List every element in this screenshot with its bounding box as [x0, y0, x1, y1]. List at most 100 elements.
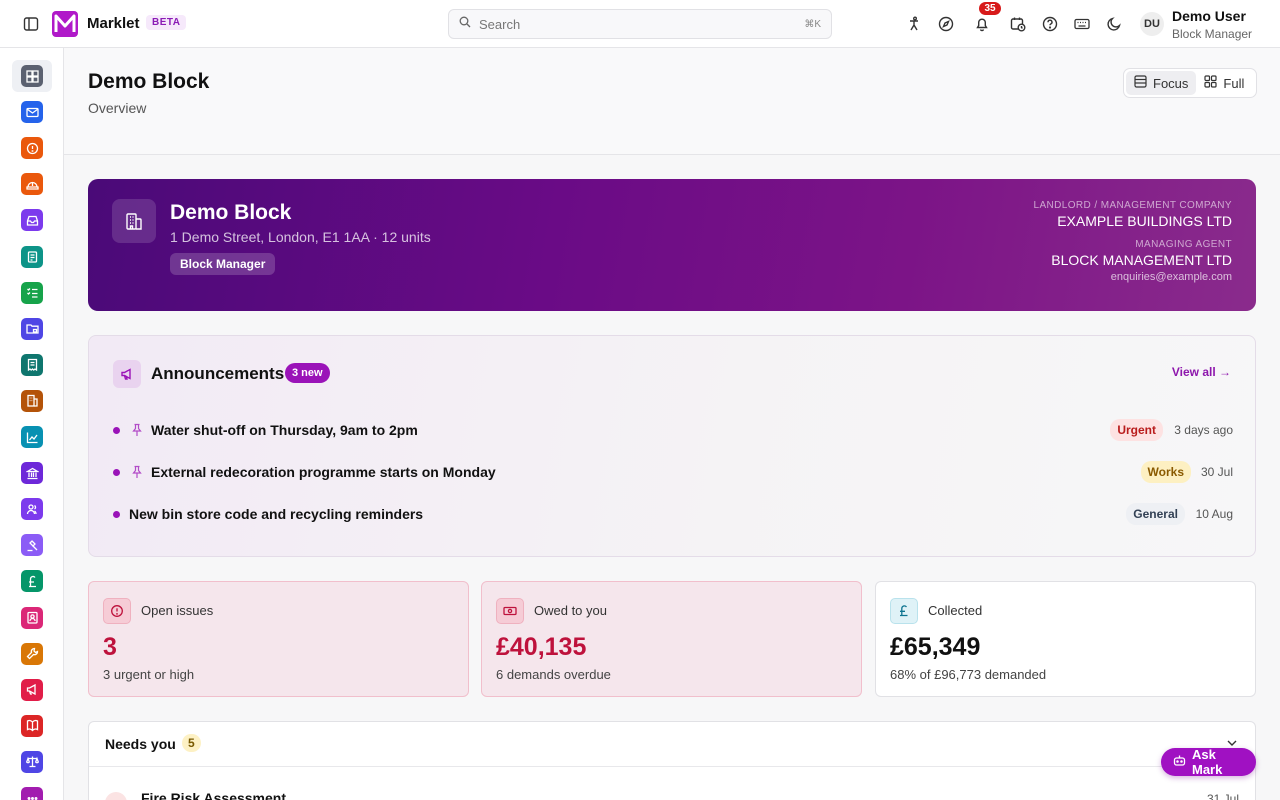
wrench-icon — [26, 647, 38, 660]
compass-icon[interactable] — [936, 14, 956, 34]
stat-value: £65,349 — [890, 633, 981, 661]
needs-you-title: Needs you — [105, 736, 176, 752]
stat-subtext: 68% of £96,773 demanded — [890, 667, 1047, 682]
accessibility-icon[interactable] — [904, 14, 924, 34]
receipt-icon — [27, 359, 37, 372]
pin-icon — [131, 423, 143, 442]
announcement-tag: Works — [1140, 461, 1191, 483]
dashboard-icon — [25, 69, 39, 83]
grid-icon — [1204, 75, 1218, 91]
page-header: Demo Block Overview Focus Full — [64, 48, 1280, 155]
announcement-title[interactable]: New bin store code and recycling reminde… — [129, 506, 423, 522]
search-input[interactable] — [479, 16, 805, 32]
stat-subtext: 3 urgent or high — [103, 667, 195, 682]
sidebar-item-receipt[interactable] — [21, 353, 43, 376]
announcement-date: 10 Aug — [1195, 507, 1233, 521]
avatar[interactable]: DU — [1140, 12, 1164, 36]
app-name[interactable]: Marklet — [87, 15, 140, 32]
user-role: Block Manager — [1172, 27, 1253, 41]
sidebar-item-bank[interactable] — [21, 462, 43, 485]
sidebar — [0, 48, 64, 800]
sidebar-item-gavel[interactable] — [21, 534, 43, 557]
users-icon — [26, 504, 37, 514]
announcement-date: 30 Jul — [1200, 465, 1233, 479]
bell-icon[interactable] — [972, 14, 992, 34]
sidebar-item-checklist[interactable] — [21, 281, 43, 304]
landlord-name: EXAMPLE BUILDINGS LTD — [1057, 213, 1232, 229]
gavel-icon — [27, 539, 37, 551]
sidebar-item-inbox[interactable] — [21, 209, 43, 232]
sidebar-item-wrench[interactable] — [21, 642, 43, 665]
moon-icon[interactable] — [1104, 14, 1124, 34]
page-subtitle: Overview — [88, 100, 147, 116]
pound-icon — [28, 575, 36, 588]
sidebar-item-building[interactable] — [21, 389, 43, 412]
mail-icon — [25, 107, 39, 117]
sidebar-item-contact[interactable] — [21, 606, 43, 629]
sidebar-item-chart[interactable] — [21, 426, 43, 448]
sidebar-toggle-icon[interactable] — [21, 14, 41, 34]
announcement-title[interactable]: External redecoration programme starts o… — [151, 464, 496, 480]
list-icon — [1134, 75, 1147, 91]
user-name[interactable]: Demo User — [1172, 8, 1246, 24]
stat-label: Open issues — [141, 603, 214, 618]
block-name: Demo Block — [170, 201, 292, 224]
more-icon — [27, 796, 37, 800]
hard-hat-icon — [25, 181, 39, 190]
stat-card-collected[interactable]: Collected £65,349 68% of £96,773 demanded — [875, 581, 1256, 697]
search-box[interactable]: ⌘K — [448, 9, 832, 39]
needs-you-panel: Needs you 5 Fire Risk Assessment 31 Jul — [88, 721, 1256, 800]
role-badge: Block Manager — [170, 253, 276, 275]
sidebar-item-mail[interactable] — [21, 101, 43, 124]
sidebar-item-more[interactable] — [21, 787, 43, 800]
needs-item-date: 31 Jul — [1206, 792, 1239, 800]
ask-mark-button[interactable]: Ask Mark — [1161, 747, 1256, 777]
alert-icon — [105, 792, 127, 800]
view-all-announcements-link[interactable]: View all → — [1172, 365, 1231, 379]
sidebar-item-pound[interactable] — [21, 570, 43, 593]
sidebar-item-users[interactable] — [21, 498, 43, 521]
block-hero-banner: Demo Block 1 Demo Street, London, E1 1AA… — [88, 179, 1256, 311]
contact-icon — [26, 611, 38, 624]
sidebar-item-hard-hat[interactable] — [21, 173, 43, 196]
stat-card-open-issues[interactable]: Open issues 3 3 urgent or high — [88, 581, 469, 697]
inbox-icon — [26, 215, 38, 226]
alert-circle-icon — [26, 142, 38, 154]
marklet-logo[interactable] — [52, 11, 78, 37]
sidebar-item-folder-lock[interactable] — [21, 317, 43, 340]
clipboard-icon — [27, 251, 37, 263]
building-icon — [112, 199, 156, 243]
sidebar-item-dashboard[interactable] — [21, 65, 43, 87]
sidebar-item-scales[interactable] — [21, 750, 43, 773]
robot-icon — [1173, 754, 1186, 770]
needs-item-title[interactable]: Fire Risk Assessment — [141, 790, 286, 800]
unread-dot — [113, 427, 120, 434]
sidebar-item-book[interactable] — [21, 714, 43, 737]
needs-you-header[interactable]: Needs you 5 — [89, 722, 1255, 767]
announcement-row[interactable]: Water shut-off on Thursday, 9am to 2pm Ur… — [113, 419, 1233, 443]
stat-label: Owed to you — [534, 603, 607, 618]
keyboard-icon[interactable] — [1072, 14, 1092, 34]
view-toggle: Focus Full — [1123, 68, 1257, 98]
calendar-clock-icon[interactable] — [1008, 14, 1028, 34]
focus-view-label: Focus — [1153, 75, 1189, 91]
stat-label: Collected — [928, 603, 983, 618]
agent-name: BLOCK MANAGEMENT LTD — [1051, 252, 1232, 268]
help-icon[interactable] — [1040, 14, 1060, 34]
book-icon — [26, 720, 38, 732]
stat-value: 3 — [103, 633, 117, 661]
announcement-tag: Urgent — [1110, 419, 1163, 441]
announcement-title[interactable]: Water shut-off on Thursday, 9am to 2pm — [151, 422, 418, 438]
agent-email[interactable]: enquiries@example.com — [1034, 271, 1232, 283]
announcement-row[interactable]: External redecoration programme starts o… — [113, 461, 1233, 485]
full-view-button[interactable]: Full — [1196, 71, 1252, 95]
sidebar-item-alert-circle[interactable] — [21, 137, 43, 160]
focus-view-button[interactable]: Focus — [1126, 71, 1197, 95]
sidebar-item-clipboard[interactable] — [21, 245, 43, 268]
stat-card-owed-to-you[interactable]: Owed to you £40,135 6 demands overdue — [481, 581, 862, 697]
notification-count-badge: 35 — [979, 2, 1001, 15]
announcements-title: Announcements — [151, 364, 285, 383]
sidebar-item-megaphone[interactable] — [21, 678, 43, 701]
bank-icon — [25, 467, 39, 479]
announcement-row[interactable]: New bin store code and recycling reminde… — [113, 503, 1233, 527]
